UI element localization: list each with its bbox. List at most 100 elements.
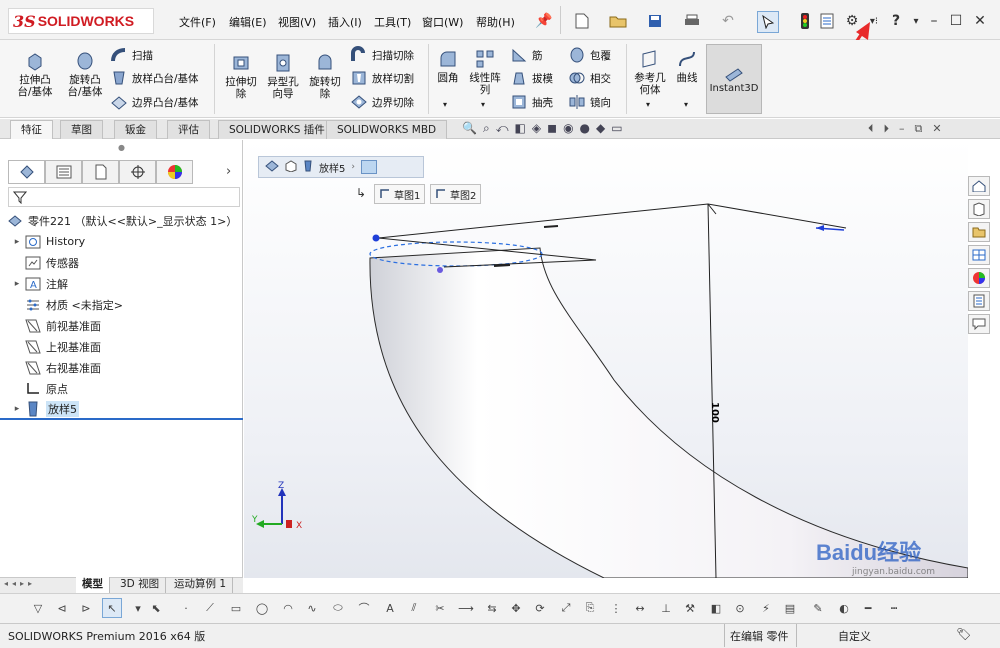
trim-icon[interactable]: ✂ (430, 598, 450, 618)
wrap-button[interactable]: 包覆 (568, 44, 611, 66)
menu-edit[interactable]: 编辑(E) (229, 14, 267, 30)
extrude-cut-button[interactable]: 拉伸切 除 (220, 52, 262, 100)
custom-properties-icon[interactable] (968, 291, 990, 311)
solidworks-logo[interactable]: 3S SOLIDWORKS (8, 8, 154, 34)
tree-item[interactable]: 右视基准面 (0, 357, 243, 378)
menu-window[interactable]: 窗口(W) (422, 14, 463, 30)
zoom-area-icon[interactable]: ⌕ (483, 121, 490, 136)
sweep-button[interactable]: 扫描 (110, 44, 153, 66)
viewport-restore-icon[interactable]: ⧉ (915, 122, 923, 136)
help-dropdown-icon[interactable]: ▾ (906, 11, 926, 31)
breadcrumb-feature[interactable]: 放样5 (319, 160, 345, 175)
pattern-icon[interactable]: ⋮ (606, 598, 626, 618)
repair-icon[interactable]: ⚒ (680, 598, 700, 618)
previous-view-icon[interactable]: ⤺ (496, 121, 509, 136)
swept-cut-button[interactable]: 扫描切除 (350, 44, 414, 66)
print-icon[interactable] (682, 11, 702, 31)
tab-sheet-metal[interactable]: 钣金 (114, 120, 157, 139)
tab-features[interactable]: 特征 (10, 120, 53, 139)
section-view-icon[interactable]: ◧ (515, 121, 526, 136)
tab-addins[interactable]: SOLIDWORKS 插件 (218, 120, 336, 139)
tree-item[interactable]: 材质 <未指定> (0, 294, 243, 315)
extend-icon[interactable]: ⟶ (456, 598, 476, 618)
new-document-icon[interactable] (572, 11, 592, 31)
hole-wizard-button[interactable]: 异型孔 向导 (262, 52, 304, 100)
display-style-icon[interactable]: ◼ (547, 121, 557, 136)
tab-model[interactable]: 模型 (76, 577, 110, 593)
point-icon[interactable]: · (176, 598, 196, 618)
dimxpert-tab[interactable] (119, 160, 156, 184)
arc-icon[interactable]: ◠ (278, 598, 298, 618)
tab-scroll-arrows-icon[interactable]: ◂◂▸▸ (4, 579, 36, 588)
rotate-icon[interactable]: ⟳ (530, 598, 550, 618)
breadcrumb-sketch-icon[interactable] (360, 160, 377, 174)
fillet-button[interactable]: 圆角 (434, 48, 462, 84)
breadcrumb-part-icon[interactable] (265, 159, 279, 175)
mirror-icon[interactable]: ⇆ (482, 598, 502, 618)
rectangle-icon[interactable]: ▭ (226, 598, 246, 618)
boundary-cut-button[interactable]: 边界切除 (350, 91, 414, 113)
pattern-dropdown-icon[interactable]: ▾ (481, 100, 485, 109)
graphics-viewport[interactable]: 100 放样5 › ↳ 草图1 草图2 Z Y X Baidu经验 jingya… (244, 140, 968, 578)
reference-geometry-button[interactable]: 参考几 何体 (630, 48, 670, 96)
save-icon[interactable] (645, 11, 665, 31)
fillet-dropdown-icon[interactable]: ▾ (443, 100, 447, 109)
minimize-icon[interactable]: – (924, 11, 944, 31)
hide-show-icon[interactable]: ◉ (563, 121, 573, 136)
configuration-manager-tab[interactable] (82, 160, 119, 184)
reference-geometry-dropdown-icon[interactable]: ▾ (646, 100, 650, 109)
intersect-button[interactable]: 相交 (568, 67, 611, 89)
viewport-close-icon[interactable]: ✕ (932, 122, 941, 136)
tree-item[interactable]: ▸ 放样5 (0, 399, 243, 420)
fillet-sketch-icon[interactable]: ⌒ (354, 598, 374, 618)
tree-filter[interactable] (8, 187, 240, 207)
view-settings-icon[interactable]: ▭ (611, 121, 622, 136)
line-weight-icon[interactable]: ━ (858, 598, 878, 618)
select-other-icon[interactable]: ⬉ (146, 598, 166, 618)
view-orientation-icon[interactable]: ◈ (532, 121, 541, 136)
appearance-icon[interactable]: ● (580, 121, 590, 136)
tree-item[interactable]: 原点 (0, 378, 243, 399)
revolve-cut-button[interactable]: 旋转切 除 (304, 52, 346, 100)
display-manager-tab[interactable] (156, 160, 193, 184)
scale-icon[interactable]: ⤢ (556, 598, 576, 618)
home-icon[interactable] (968, 176, 990, 196)
menu-insert[interactable]: 插入(I) (328, 14, 362, 30)
expand-arrow-icon[interactable]: ▸ (10, 404, 24, 414)
rib-button[interactable]: 筋 (510, 44, 543, 66)
sketch-point[interactable] (437, 267, 443, 273)
status-tag-icon[interactable]: 🏷 (956, 627, 971, 641)
tree-root[interactable]: 零件221 （默认<<默认>_显示状态 1>） (6, 210, 249, 231)
offset-icon[interactable]: ⫽ (404, 598, 424, 618)
feature-manager-tab[interactable] (8, 160, 45, 184)
tab-sketch[interactable]: 草图 (60, 120, 103, 139)
menu-file[interactable]: 文件(F) (179, 14, 216, 30)
design-library-icon[interactable] (968, 199, 990, 219)
select-cursor-icon[interactable]: ↖ (102, 598, 122, 618)
tab-evaluate[interactable]: 评估 (167, 120, 210, 139)
copy-icon[interactable]: ⎘ (580, 598, 600, 618)
instant3d-button[interactable]: Instant3D (706, 44, 762, 114)
sketch-point[interactable] (372, 234, 380, 242)
ellipse-icon[interactable]: ⬭ (328, 598, 348, 618)
lofted-cut-button[interactable]: 放样切割 (350, 67, 414, 89)
property-manager-tab[interactable] (45, 160, 82, 184)
close-icon[interactable]: ✕ (970, 11, 990, 31)
undo-icon[interactable]: ↶ (718, 11, 738, 31)
spline-icon[interactable]: ∿ (302, 598, 322, 618)
tree-item[interactable]: 前视基准面 (0, 315, 243, 336)
filter-vertex-icon[interactable]: ⊲ (52, 598, 72, 618)
viewport-minimize-icon[interactable]: – (899, 122, 905, 136)
appearances-icon[interactable] (968, 268, 990, 288)
display-icon[interactable]: ◧ (706, 598, 726, 618)
revolve-boss-button[interactable]: 旋转凸 台/基体 (62, 50, 108, 98)
file-explorer-icon[interactable] (968, 222, 990, 242)
select-cursor-icon[interactable] (757, 11, 779, 33)
menu-help[interactable]: 帮助(H) (476, 14, 515, 30)
breadcrumb-body-icon[interactable] (285, 159, 297, 175)
scene-icon[interactable]: ◆ (596, 121, 605, 136)
pin-icon[interactable]: 📌 (534, 11, 554, 31)
extrude-boss-button[interactable]: 拉伸凸 台/基体 (12, 50, 58, 98)
expand-arrow-icon[interactable]: ▸ (10, 279, 24, 289)
menu-tools[interactable]: 工具(T) (374, 14, 411, 30)
